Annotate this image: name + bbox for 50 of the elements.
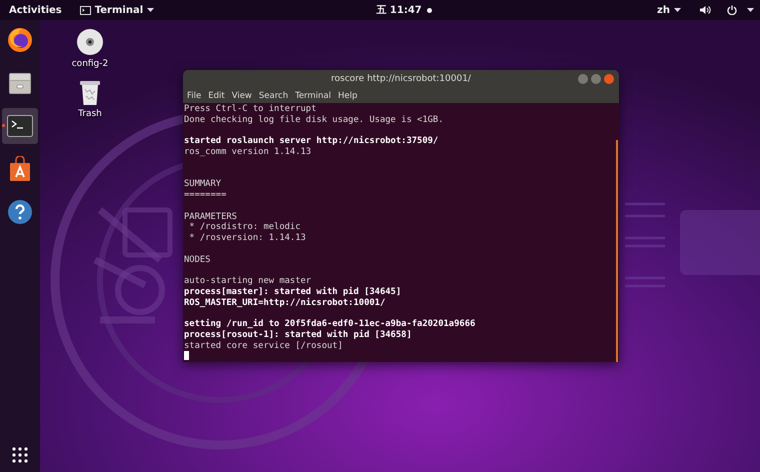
output-line: PARAMETERS: [184, 212, 238, 222]
disc-icon[interactable]: [76, 28, 104, 56]
trash-icon[interactable]: [79, 80, 101, 106]
scrollbar[interactable]: [616, 140, 618, 362]
text-cursor: [184, 351, 189, 360]
output-line: Press Ctrl-C to interrupt: [184, 104, 318, 115]
menu-item[interactable]: File: [187, 90, 202, 100]
input-method-menu[interactable]: zh: [654, 4, 684, 16]
caret-icon[interactable]: [747, 8, 754, 12]
app-grid-icon[interactable]: [11, 446, 29, 464]
output-line: * /rosdistro: melodic: [188, 222, 302, 233]
maximize-button[interactable]: [591, 74, 601, 84]
output-line: setting /run_id to 20f5fda6-edf0-11ec-a9ba-fa20201a9666: [184, 319, 476, 330]
minimize-button[interactable]: [578, 74, 588, 84]
fox-globe-icon: [7, 27, 33, 53]
menu-item[interactable]: Help: [338, 90, 358, 100]
caret-icon: [674, 8, 681, 12]
menu-item[interactable]: Terminal: [295, 90, 331, 100]
output-line: auto-starting new master: [184, 276, 312, 287]
close-button[interactable]: [604, 74, 614, 84]
output-line: process[master]: started with pid [34645]: [184, 286, 402, 298]
menu-item[interactable]: View: [232, 90, 252, 100]
output-line: * /rosversion: 1.14.13: [188, 233, 307, 244]
menu-item[interactable]: Search: [258, 90, 288, 100]
output-line: Done checking log file disk usage. Usage is <1GB.: [184, 114, 445, 126]
clock[interactable]: 五 11:47: [373, 3, 425, 17]
output-line: started core service [/rosout]: [184, 340, 344, 352]
help-icon: [7, 199, 33, 225]
notification-dot-icon: [426, 8, 432, 12]
activities-button[interactable]: Activities: [6, 4, 65, 16]
power-icon[interactable]: [727, 5, 737, 15]
output-line: ========: [184, 190, 228, 201]
file-cabinet-icon: [7, 70, 33, 96]
window-title: roscore http://nicsrobot:10001/: [331, 74, 471, 84]
desktop-icon-label[interactable]: Trash: [78, 109, 102, 119]
output-line: ROS_MASTER_URI=http://nicsrobot:10001/: [184, 298, 386, 308]
app-menu[interactable]: Terminal: [76, 4, 158, 16]
shopping-bag-icon: [7, 156, 33, 182]
output-line: started roslaunch server http://nicsrobot:37509/: [184, 136, 440, 147]
output-line: NODES: [184, 254, 212, 266]
terminal-icon: [80, 6, 91, 14]
output-line: SUMMARY: [184, 179, 222, 190]
terminal-icon: [7, 115, 33, 137]
desktop-icon-label[interactable]: config-2: [72, 59, 108, 69]
output-line: ros_comm version 1.14.13: [184, 147, 312, 158]
volume-icon[interactable]: [700, 5, 711, 15]
caret-icon: [147, 8, 154, 12]
output-line: process[rosout-1]: started with pid [34658]: [184, 330, 413, 340]
dock-item[interactable]: [2, 108, 38, 144]
menu-item[interactable]: Edit: [208, 90, 225, 100]
